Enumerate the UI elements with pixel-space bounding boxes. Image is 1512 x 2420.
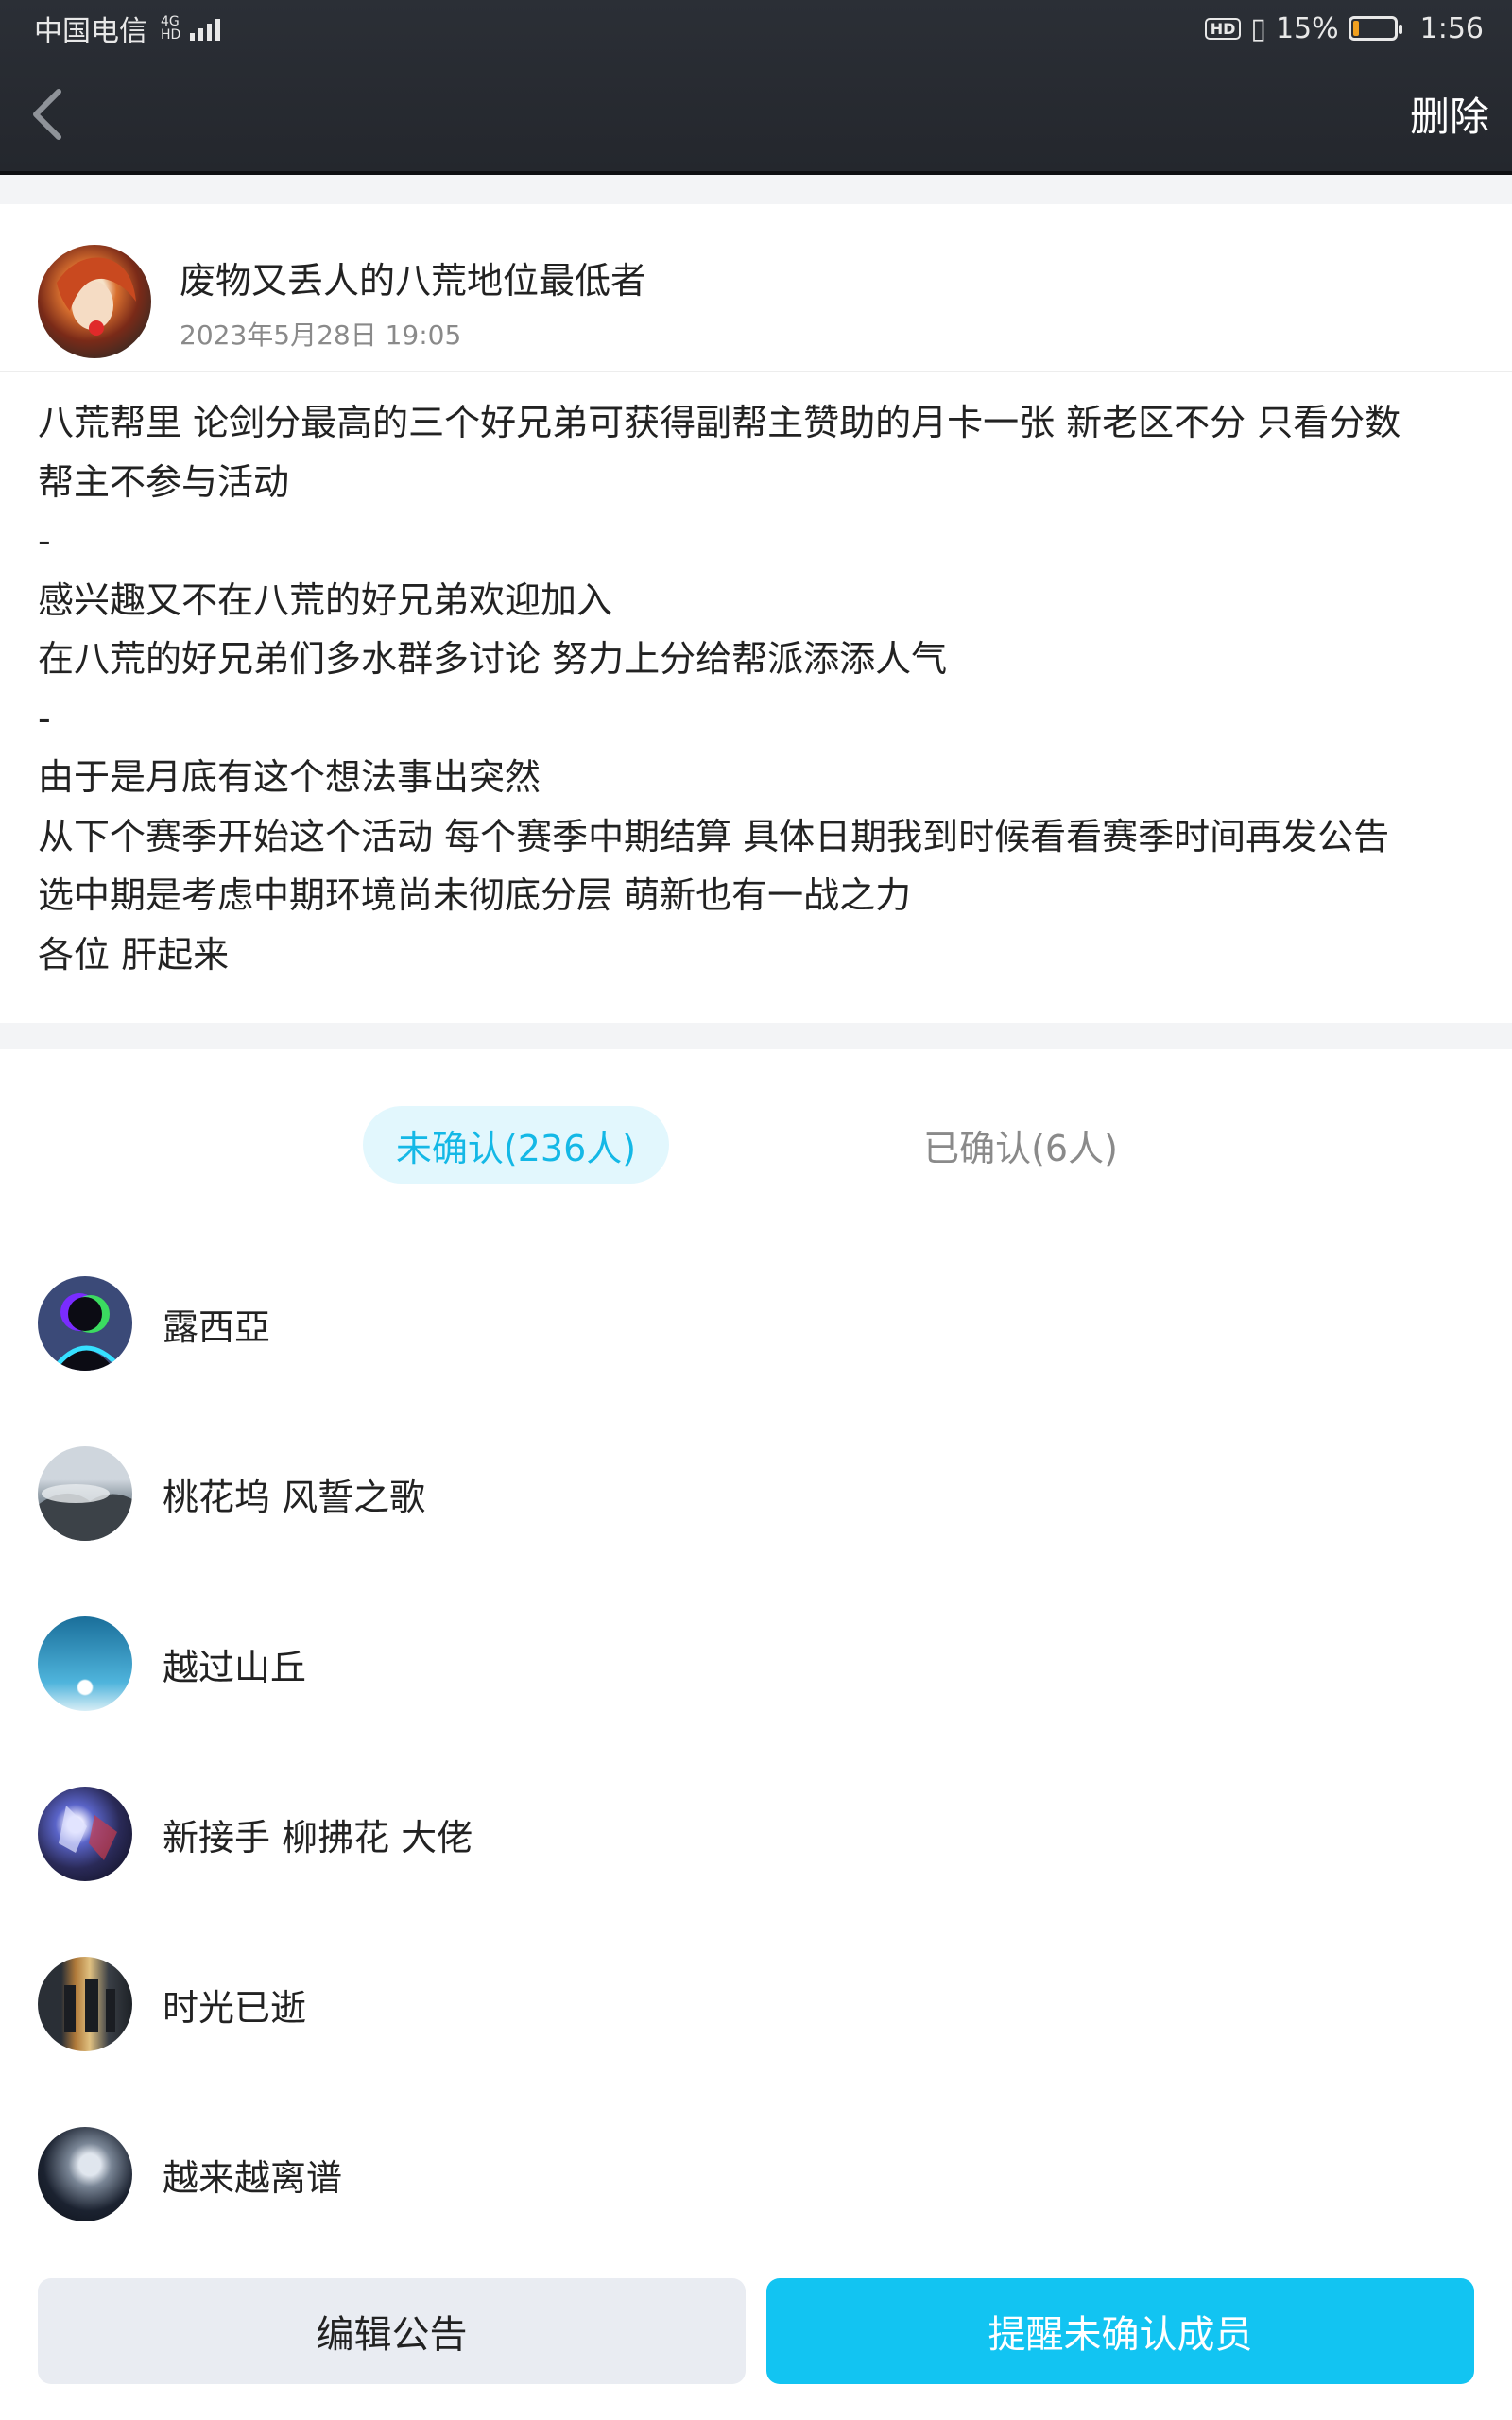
member-avatar [38, 1616, 132, 1711]
vibrate-icon: ▯ [1250, 11, 1266, 45]
carrier-label: 中国电信 [34, 15, 147, 48]
confirmation-section: 未确认(236人) 已确认(6人) 露西亞 桃花坞 风誓之歌 越过山丘 新接手 … [0, 1049, 1512, 2420]
announcement-body: 八荒帮里 论剑分最高的三个好兄弟可获得副帮主赞助的月卡一张 新老区不分 只看分数… [0, 372, 1512, 984]
tab-confirmed[interactable]: 已确认(6人) [879, 1106, 1162, 1184]
author-avatar-art [57, 257, 136, 336]
clock: 1:56 [1419, 11, 1484, 45]
member-list: 露西亞 桃花坞 风誓之歌 越过山丘 新接手 柳拂花 大佬 时光已逝 越来越离谱 [0, 1238, 1512, 2259]
top-bar: 中国电信 4G HD HD ▯ 15% 1:56 删除 [0, 0, 1512, 175]
announcement-line: 八荒帮里 论剑分最高的三个好兄弟可获得副帮主赞助的月卡一张 新老区不分 只看分数 [38, 402, 1401, 443]
author-row: 废物又丢人的八荒地位最低者 2023年5月28日 19:05 [0, 204, 1512, 372]
author-avatar[interactable] [38, 245, 151, 358]
member-row[interactable]: 越过山丘 [0, 1579, 1512, 1749]
announcement-line: 从下个赛季开始这个活动 每个赛季中期结算 具体日期我到时候看看赛季时间再发公告 [38, 815, 1390, 857]
signal-icon [190, 16, 221, 41]
hd-badge: HD [1204, 17, 1242, 40]
member-avatar [38, 2127, 132, 2221]
announcement-line: 选中期是考虑中期环境尚未彻底分层 萌新也有一战之力 [38, 874, 912, 916]
announcement-line: 帮主不参与活动 [38, 460, 290, 503]
author-meta: 废物又丢人的八荒地位最低者 2023年5月28日 19:05 [180, 251, 646, 353]
chevron-left-icon [33, 88, 61, 140]
member-row[interactable]: 时光已逝 [0, 1919, 1512, 2089]
battery-percent: 15% [1275, 11, 1339, 45]
announcement-card: 废物又丢人的八荒地位最低者 2023年5月28日 19:05 八荒帮里 论剑分最… [0, 204, 1512, 1023]
member-name: 越过山丘 [163, 1646, 307, 1688]
action-bar: 编辑公告 提醒未确认成员 [0, 2259, 1512, 2420]
member-row[interactable]: 越来越离谱 [0, 2089, 1512, 2259]
member-name: 越来越离谱 [163, 2156, 343, 2199]
announcement-line: - [38, 520, 51, 562]
member-avatar-art [50, 1293, 125, 1371]
member-name: 时光已逝 [163, 1986, 307, 2029]
member-name: 桃花坞 风誓之歌 [163, 1476, 426, 1518]
member-avatar [38, 1787, 132, 1881]
member-row[interactable]: 桃花坞 风誓之歌 [0, 1409, 1512, 1579]
member-avatar [38, 1446, 132, 1541]
member-avatar-art [64, 1979, 115, 2032]
author-name: 废物又丢人的八荒地位最低者 [180, 259, 647, 302]
member-avatar [38, 1957, 132, 2051]
edit-announcement-button[interactable]: 编辑公告 [38, 2278, 746, 2384]
tab-unconfirmed[interactable]: 未确认(236人) [363, 1106, 669, 1184]
battery-fill [1352, 21, 1359, 36]
remind-unconfirmed-button[interactable]: 提醒未确认成员 [766, 2278, 1474, 2384]
announcement-line: 由于是月底有这个想法事出突然 [38, 756, 541, 798]
member-avatar-art [59, 1806, 117, 1860]
member-row[interactable]: 露西亞 [0, 1238, 1512, 1409]
network-bottom-label: HD [161, 27, 181, 43]
announcement-line: - [38, 697, 51, 739]
status-left: 中国电信 4G HD [34, 8, 221, 49]
back-button[interactable] [19, 86, 76, 143]
member-row[interactable]: 新接手 柳拂花 大佬 [0, 1749, 1512, 1919]
announcement-line: 感兴趣又不在八荒的好兄弟欢迎加入 [38, 579, 613, 621]
status-bar: 中国电信 4G HD HD ▯ 15% 1:56 [0, 0, 1512, 57]
member-avatar-art [38, 1484, 132, 1541]
announcement-line: 在八荒的好兄弟们多水群多讨论 努力上分给帮派添添人气 [38, 638, 948, 680]
battery-icon [1348, 16, 1402, 41]
status-right: HD ▯ 15% 1:56 [1204, 11, 1484, 45]
announcement-line: 各位 肝起来 [38, 933, 230, 976]
network-type: 4G HD [161, 15, 180, 42]
member-name: 新接手 柳拂花 大佬 [163, 1816, 473, 1858]
post-timestamp: 2023年5月28日 19:05 [180, 319, 462, 351]
member-name: 露西亞 [163, 1305, 271, 1348]
confirmation-tabs: 未确认(236人) 已确认(6人) [0, 1049, 1512, 1238]
delete-button[interactable]: 删除 [1410, 85, 1489, 143]
nav-bar: 删除 [0, 57, 1512, 171]
network-top-label: 4G [161, 14, 180, 29]
member-avatar [38, 1276, 132, 1371]
